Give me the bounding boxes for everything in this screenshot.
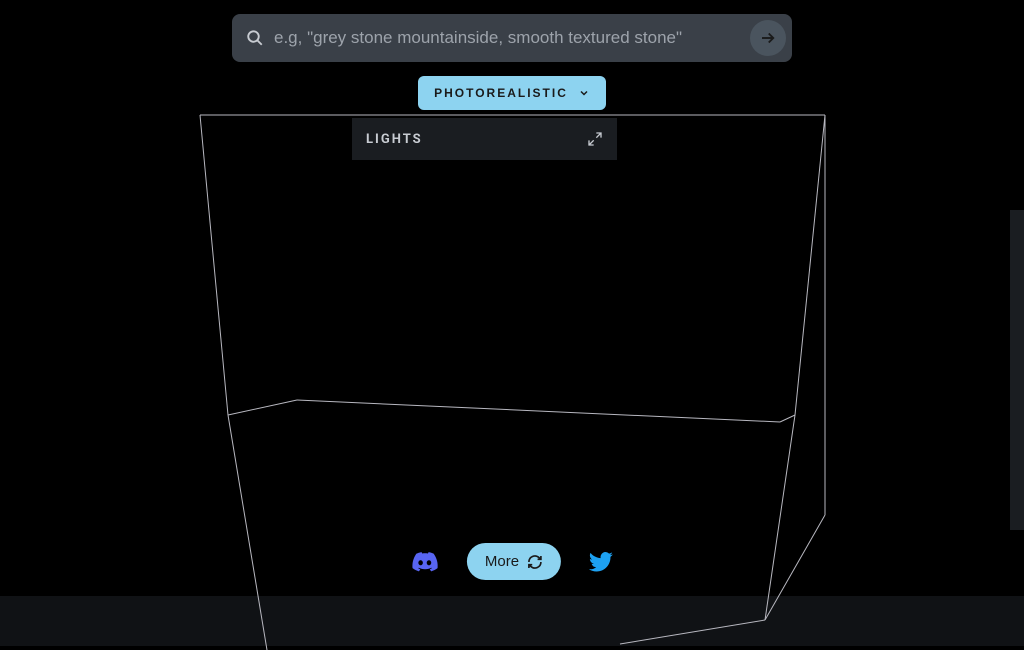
style-dropdown-label: PHOTOREALISTIC (434, 86, 568, 100)
search-bar (232, 14, 792, 62)
lights-panel[interactable]: LIGHTS (352, 118, 617, 160)
discord-icon[interactable] (411, 552, 439, 572)
lights-label: LIGHTS (366, 132, 423, 147)
refresh-icon (527, 554, 543, 570)
twitter-icon[interactable] (589, 552, 613, 572)
search-input[interactable] (274, 14, 740, 62)
chevron-down-icon (578, 87, 590, 99)
top-bar: PHOTOREALISTIC (232, 14, 792, 110)
submit-button[interactable] (750, 20, 786, 56)
more-button-label: More (485, 553, 519, 570)
arrow-right-icon (759, 29, 777, 47)
more-button[interactable]: More (467, 543, 561, 580)
bottom-actions: More (411, 543, 613, 580)
right-edge-panel (1010, 210, 1024, 530)
bottom-strip (0, 596, 1024, 646)
style-dropdown[interactable]: PHOTOREALISTIC (418, 76, 606, 110)
expand-icon[interactable] (587, 131, 603, 147)
search-icon (246, 29, 264, 47)
